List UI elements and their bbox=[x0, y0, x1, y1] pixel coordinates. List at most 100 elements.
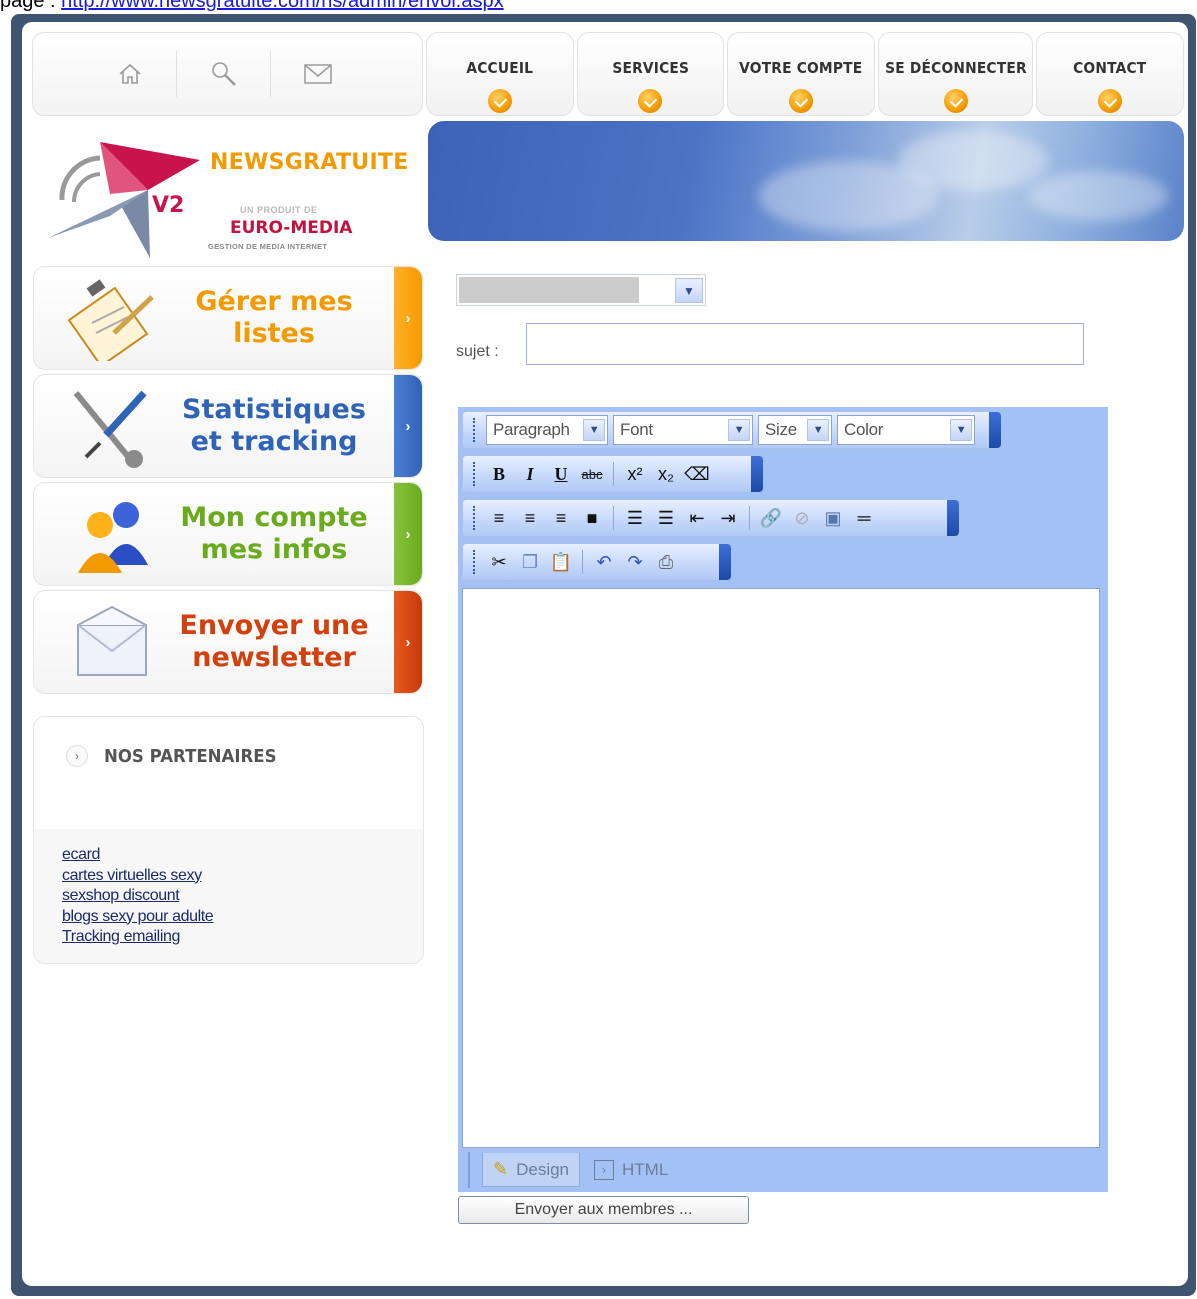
paragraph-select[interactable]: Paragraph ▼ bbox=[486, 415, 608, 445]
menu-label: Envoyer une newsletter bbox=[179, 610, 369, 673]
justify-icon[interactable]: ■ bbox=[579, 504, 605, 532]
home-icon[interactable] bbox=[83, 49, 176, 99]
size-select-value: Size bbox=[765, 420, 797, 439]
cut-icon[interactable]: ✂ bbox=[486, 548, 512, 576]
align-left-icon[interactable]: ≡ bbox=[486, 504, 512, 532]
caption-prefix: page : bbox=[0, 0, 62, 12]
page-url-link[interactable]: http://www.newsgratuite.com/ns/admin/env… bbox=[61, 0, 503, 12]
paste-icon[interactable]: 📋 bbox=[548, 548, 574, 576]
toolbar-end bbox=[719, 544, 731, 580]
horizontal-rule-icon[interactable]: ═ bbox=[851, 504, 877, 532]
divider bbox=[582, 550, 583, 574]
size-select[interactable]: Size ▼ bbox=[758, 415, 832, 445]
list-select[interactable]: ▼ bbox=[456, 274, 706, 306]
menu-gerer-listes[interactable]: Gérer mes listes › bbox=[33, 266, 423, 370]
chevron-down-icon: ▼ bbox=[583, 419, 605, 441]
tab-html[interactable]: › HTML bbox=[584, 1153, 678, 1187]
nav-tab-votre-compte[interactable]: VOTRE COMPTE bbox=[727, 32, 875, 116]
nav-tab-services[interactable]: SERVICES bbox=[576, 32, 725, 116]
envelope-icon bbox=[66, 601, 156, 685]
menu-mon-compte[interactable]: Mon compte mes infos › bbox=[33, 482, 423, 586]
chevron-right-icon: › bbox=[394, 267, 422, 369]
quick-icons bbox=[32, 32, 423, 116]
mail-icon[interactable] bbox=[271, 49, 364, 99]
menu-label: Gérer mes listes bbox=[195, 286, 353, 349]
underline-icon[interactable]: U bbox=[548, 460, 574, 488]
logo-company: EURO-MEDIA bbox=[230, 218, 353, 238]
redo-icon[interactable]: ↷ bbox=[622, 548, 648, 576]
partner-link[interactable]: Tracking emailing bbox=[62, 927, 423, 948]
italic-icon[interactable]: I bbox=[517, 460, 543, 488]
toolbar-end bbox=[947, 500, 959, 536]
toolbar-grip[interactable] bbox=[473, 462, 477, 486]
menu-statistiques[interactable]: Statistiques et tracking › bbox=[33, 374, 423, 478]
font-select[interactable]: Font ▼ bbox=[613, 415, 753, 445]
toolbar-format: Paragraph ▼ Font ▼ Size ▼ Color ▼ bbox=[462, 411, 1001, 449]
align-center-icon[interactable]: ≡ bbox=[517, 504, 543, 532]
partners-links: ecard cartes virtuelles sexy sexshop dis… bbox=[34, 829, 423, 963]
copy-icon[interactable]: ❐ bbox=[517, 548, 543, 576]
chevron-right-icon: › bbox=[394, 375, 422, 477]
align-right-icon[interactable]: ≡ bbox=[548, 504, 574, 532]
toolbar-edit: ✂ ❐ 📋 ↶ ↷ ⎙ bbox=[462, 543, 731, 581]
font-select-value: Font bbox=[620, 420, 653, 439]
insert-link-icon[interactable]: 🔗 bbox=[758, 504, 784, 532]
tab-design[interactable]: ✎ Design bbox=[482, 1153, 581, 1187]
toolbar-end bbox=[989, 412, 1001, 448]
nav-dot-icon bbox=[1098, 89, 1123, 113]
print-icon[interactable]: ⎙ bbox=[653, 548, 679, 576]
partner-link[interactable]: ecard bbox=[62, 845, 423, 866]
logo-mark-icon: V2 bbox=[48, 142, 200, 258]
toolbar-end bbox=[751, 456, 763, 492]
nav-tab-label: VOTRE COMPTE bbox=[739, 59, 863, 77]
outdent-icon[interactable]: ⇤ bbox=[684, 504, 710, 532]
insert-image-icon[interactable]: ▣ bbox=[820, 504, 846, 532]
indent-icon[interactable]: ⇥ bbox=[715, 504, 741, 532]
strikethrough-icon[interactable]: abc bbox=[579, 460, 605, 488]
divider bbox=[613, 462, 614, 486]
eraser-icon[interactable]: ⌫ bbox=[684, 460, 710, 488]
partner-link[interactable]: sexshop discount bbox=[62, 886, 423, 907]
bold-icon[interactable]: B bbox=[486, 460, 512, 488]
unlink-icon[interactable]: ⊘ bbox=[789, 504, 815, 532]
menu-label: Mon compte mes infos bbox=[180, 502, 368, 565]
chevron-right-icon: › bbox=[394, 483, 422, 585]
search-icon[interactable] bbox=[177, 49, 270, 99]
nav-tab-se-deconnecter[interactable]: SE DÉCONNECTER bbox=[877, 32, 1034, 116]
list-select-value bbox=[459, 277, 639, 303]
nav-dot-icon bbox=[788, 89, 813, 113]
logo-badge: V2 bbox=[152, 193, 184, 218]
nav-tab-accueil[interactable]: ACCUEIL bbox=[426, 32, 574, 116]
paragraph-select-value: Paragraph bbox=[493, 420, 570, 439]
editor-mode-tabs: ✎ Design › HTML bbox=[468, 1152, 678, 1188]
nav-tab-contact[interactable]: CONTACT bbox=[1036, 32, 1184, 116]
chevron-down-icon: ▼ bbox=[728, 419, 750, 441]
nav-dot-icon bbox=[638, 89, 663, 113]
toolbar-grip[interactable] bbox=[473, 506, 477, 530]
undo-icon[interactable]: ↶ bbox=[591, 548, 617, 576]
main-nav: ACCUEIL SERVICES VOTRE COMPTE SE DÉCONNE… bbox=[426, 32, 1184, 116]
rich-text-editor: Paragraph ▼ Font ▼ Size ▼ Color ▼ B I U abc … bbox=[458, 407, 1108, 1192]
numbered-list-icon[interactable]: ☰ bbox=[653, 504, 679, 532]
partner-link[interactable]: cartes virtuelles sexy bbox=[62, 866, 423, 887]
toolbar-text-style: B I U abc x² x₂ ⌫ bbox=[462, 455, 763, 493]
toolbar-grip[interactable] bbox=[473, 418, 477, 442]
send-to-members-button[interactable]: Envoyer aux membres ... bbox=[458, 1196, 749, 1224]
logo-product-of: UN PRODUIT DE bbox=[240, 205, 318, 215]
chevron-down-icon[interactable]: ▼ bbox=[675, 278, 703, 303]
nav-tab-label: ACCUEIL bbox=[466, 59, 534, 77]
bulleted-list-icon[interactable]: ☰ bbox=[622, 504, 648, 532]
partner-link[interactable]: blogs sexy pour adulte bbox=[62, 907, 423, 928]
nav-tab-label: CONTACT bbox=[1073, 59, 1147, 77]
toolbar-grip[interactable] bbox=[473, 550, 477, 574]
logo-name: NEWSGRATUITE bbox=[210, 150, 409, 175]
site-logo[interactable]: V2 NEWSGRATUITE UN PRODUIT DE EURO-MEDIA… bbox=[40, 130, 420, 260]
color-select[interactable]: Color ▼ bbox=[837, 415, 975, 445]
subscript-icon[interactable]: x₂ bbox=[653, 460, 679, 488]
divider bbox=[749, 506, 750, 530]
editor-content-area[interactable] bbox=[462, 588, 1100, 1148]
subject-input[interactable] bbox=[526, 323, 1084, 365]
menu-envoyer-newsletter[interactable]: Envoyer une newsletter › bbox=[33, 590, 423, 694]
banner-cloud bbox=[898, 131, 1048, 191]
superscript-icon[interactable]: x² bbox=[622, 460, 648, 488]
